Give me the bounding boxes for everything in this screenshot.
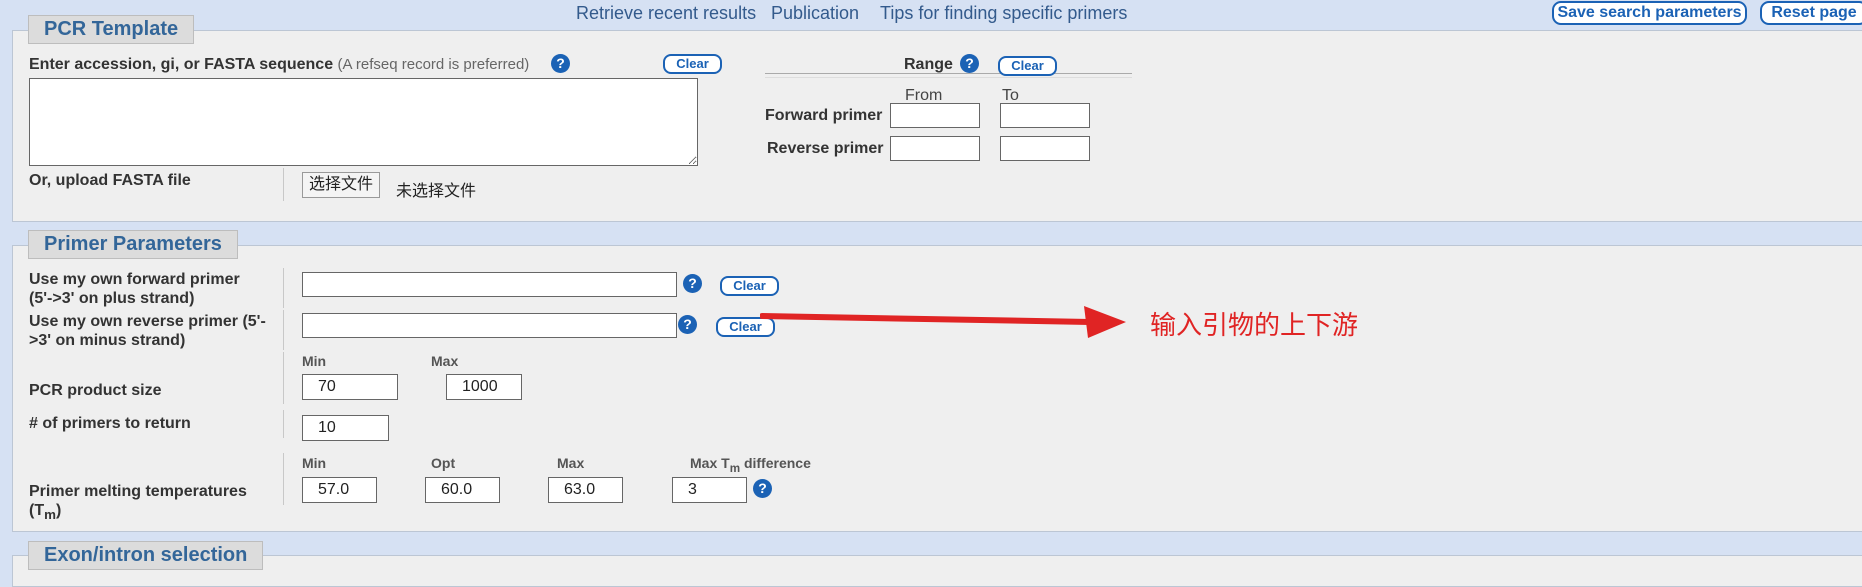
reverse-primer-label-line1: Use my own reverse primer (5'- [29, 313, 266, 330]
forward-primer-from-input[interactable] [890, 103, 980, 128]
reverse-primer-from-input[interactable] [890, 136, 980, 161]
red-arrow-icon [760, 306, 1126, 338]
link-tips-specific-primers[interactable]: Tips for finding specific primers [880, 3, 1127, 24]
forward-primer-label: Use my own forward primer (5'->3' on plu… [29, 270, 289, 308]
num-primers-input[interactable] [302, 415, 389, 441]
product-size-max-input[interactable] [446, 374, 522, 400]
tm-min-label: Min [302, 455, 327, 471]
tm-max-input[interactable] [548, 477, 623, 503]
forward-primer-input[interactable] [302, 272, 677, 297]
tm-diff-label-a: Max T [690, 455, 730, 471]
forward-primer-label-line1: Use my own forward primer [29, 271, 240, 288]
link-publication[interactable]: Publication [771, 3, 859, 24]
tm-diff-label-sub: m [729, 461, 741, 475]
exon-intron-panel [12, 555, 1862, 587]
range-help-icon[interactable]: ? [960, 54, 979, 73]
reverse-primer-to-input[interactable] [1000, 136, 1090, 161]
product-size-label: PCR product size [29, 382, 162, 399]
reverse-primer-label: Use my own reverse primer (5'- >3' on mi… [29, 312, 289, 350]
reverse-primer-range-label: Reverse primer [767, 140, 884, 157]
reverse-divider [283, 310, 284, 350]
tm-max-label: Max [557, 455, 585, 471]
sequence-label-text: Enter accession, gi, or FASTA sequence [29, 56, 334, 73]
product-size-min-input[interactable] [302, 374, 398, 400]
sequence-textarea[interactable] [29, 78, 698, 166]
product-size-divider [283, 352, 284, 404]
upload-fasta-label: Or, upload FASTA file [29, 172, 191, 189]
pcr-template-title: PCR Template [28, 15, 195, 44]
product-size-min-label: Min [302, 353, 327, 369]
tm-diff-label-b: difference [740, 455, 811, 471]
sequence-label-note: (A refseq record is preferred) [337, 56, 530, 73]
forward-primer-help-icon[interactable]: ? [683, 274, 702, 293]
reverse-primer-help-icon[interactable]: ? [678, 315, 697, 334]
choose-file-button[interactable]: 选择文件 [302, 172, 381, 198]
primer-parameters-panel [12, 245, 1862, 532]
range-title: Range [904, 56, 953, 73]
tm-diff-input[interactable] [672, 477, 747, 503]
reverse-primer-label-line2: >3' on minus strand) [29, 332, 186, 349]
tm-label-line2-sub: m [44, 507, 56, 523]
forward-primer-clear-button[interactable]: Clear [720, 276, 779, 296]
tm-divider [283, 453, 284, 505]
upload-divider [283, 168, 284, 201]
sequence-clear-button[interactable]: Clear [663, 54, 722, 74]
primer-parameters-title: Primer Parameters [28, 230, 238, 259]
reset-page-button[interactable]: Reset page [1760, 1, 1862, 25]
tm-label-line2-end: ) [55, 502, 62, 519]
tm-min-input[interactable] [302, 477, 377, 503]
link-retrieve-recent-results[interactable]: Retrieve recent results [576, 3, 756, 24]
forward-primer-to-input[interactable] [1000, 103, 1090, 128]
num-primers-label: # of primers to return [29, 415, 191, 432]
sequence-label: Enter accession, gi, or FASTA sequence (… [29, 55, 529, 74]
tm-label-line2: (Tm) [29, 501, 289, 524]
forward-divider [283, 268, 284, 308]
tm-opt-label: Opt [431, 455, 456, 471]
num-primers-divider [283, 410, 284, 438]
file-status-text: 未选择文件 [396, 183, 477, 200]
tm-diff-label: Max Tm difference [690, 455, 811, 477]
tm-label-line1: Primer melting temperatures [29, 483, 247, 500]
save-search-parameters-button[interactable]: Save search parameters [1552, 1, 1747, 25]
forward-primer-label-line2: (5'->3' on plus strand) [29, 290, 195, 307]
tm-help-icon[interactable]: ? [753, 479, 772, 498]
reverse-primer-input[interactable] [302, 313, 677, 338]
tm-label: Primer melting temperatures (Tm) [29, 482, 289, 524]
forward-primer-range-label: Forward primer [765, 107, 883, 124]
tm-opt-input[interactable] [425, 477, 500, 503]
annotation-text: 输入引物的上下游 [1150, 310, 1359, 340]
range-clear-button[interactable]: Clear [998, 56, 1057, 76]
exon-intron-title: Exon/intron selection [28, 541, 264, 570]
sequence-help-icon[interactable]: ? [551, 54, 570, 73]
tm-label-line2-main: (T [29, 502, 45, 519]
product-size-max-label: Max [431, 353, 459, 369]
